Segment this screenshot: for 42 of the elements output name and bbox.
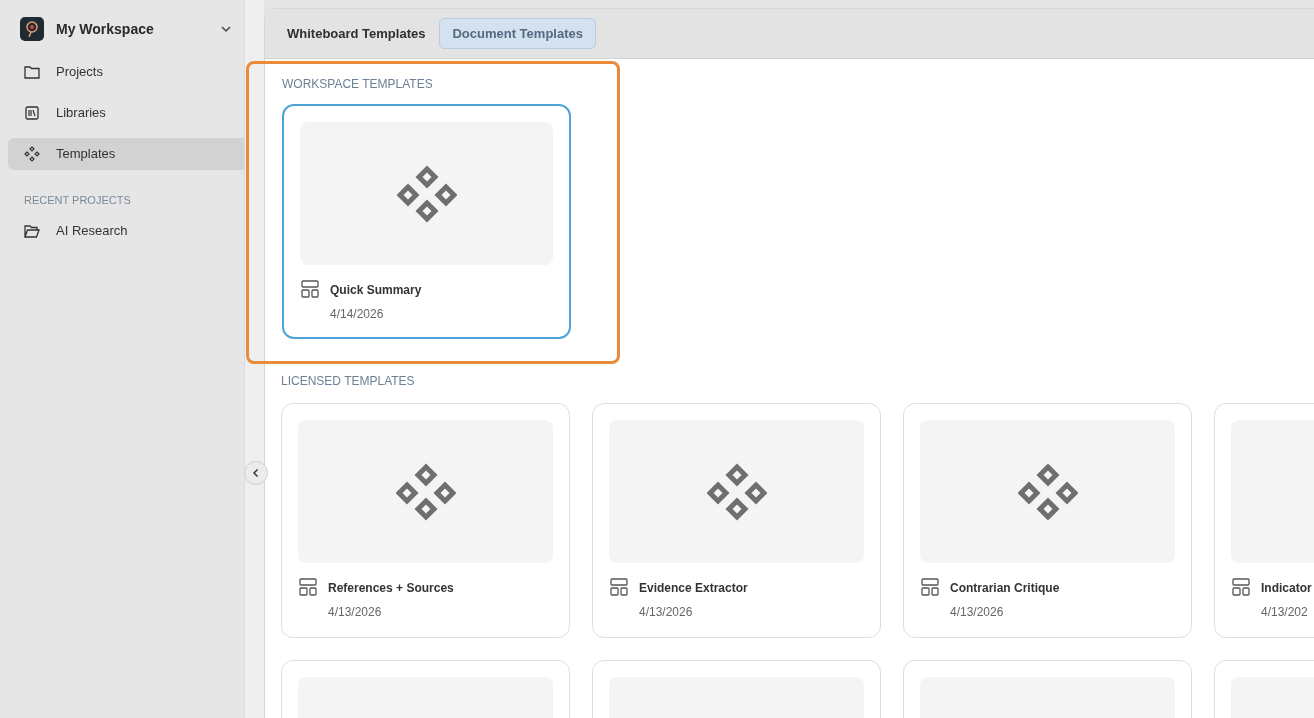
layout-icon	[921, 578, 939, 596]
sidebar-item[interactable]: Templates	[8, 138, 244, 170]
template-date: 4/13/202	[1261, 604, 1309, 621]
diamonds-icon	[1017, 462, 1078, 521]
template-date: 4/13/2026	[639, 604, 694, 621]
template-title: Contrarian Critique	[950, 580, 1060, 597]
tab[interactable]: Document Templates	[439, 18, 596, 49]
template-title: Indicator	[1261, 580, 1312, 597]
folder-icon	[24, 65, 40, 79]
diamonds-icon	[396, 164, 457, 223]
layout-icon	[610, 578, 628, 596]
section-heading: LICENSED TEMPLATES	[281, 373, 416, 390]
layout-icon	[299, 578, 317, 596]
template-card[interactable]: References + Sources 4/13/2026	[281, 403, 570, 638]
collapse-sidebar-button[interactable]	[244, 461, 268, 485]
diamonds-icon	[395, 462, 456, 521]
template-date: 4/14/2026	[330, 306, 385, 323]
workspace-logo-icon	[20, 17, 44, 41]
template-title: Evidence Extractor	[639, 580, 748, 597]
template-date: 4/13/2026	[950, 604, 1005, 621]
open-folder-icon	[24, 223, 40, 238]
sidebar-item[interactable]: Libraries	[8, 97, 244, 129]
template-card[interactable]: Contrarian Critique 4/13/2026	[903, 403, 1192, 638]
sidebar-item[interactable]: Projects	[8, 56, 244, 88]
chevron-down-icon[interactable]	[220, 23, 232, 35]
chevron-left-icon	[251, 468, 261, 478]
template-date: 4/13/2026	[328, 604, 383, 621]
section-heading: WORKSPACE TEMPLATES	[282, 76, 434, 93]
template-card[interactable]: Indicator 4/13/202	[1214, 403, 1314, 638]
layout-icon	[301, 280, 319, 298]
section-heading: RECENT PROJECTS	[23, 193, 132, 208]
tab[interactable]: Whiteboard Templates	[277, 18, 436, 49]
template-card[interactable]: Evidence Extractor 4/13/2026	[592, 403, 881, 638]
recent-project-item[interactable]: AI Research	[8, 214, 244, 247]
workspace-name: My Workspace	[56, 19, 154, 39]
diamonds-icon	[706, 462, 767, 521]
template-title: References + Sources	[328, 580, 454, 597]
template-card[interactable]: Quick Summary 4/14/2026	[282, 104, 571, 339]
diamonds-icon	[24, 146, 40, 162]
layout-icon	[1232, 578, 1250, 596]
books-icon	[25, 106, 39, 120]
template-title: Quick Summary	[330, 282, 422, 299]
